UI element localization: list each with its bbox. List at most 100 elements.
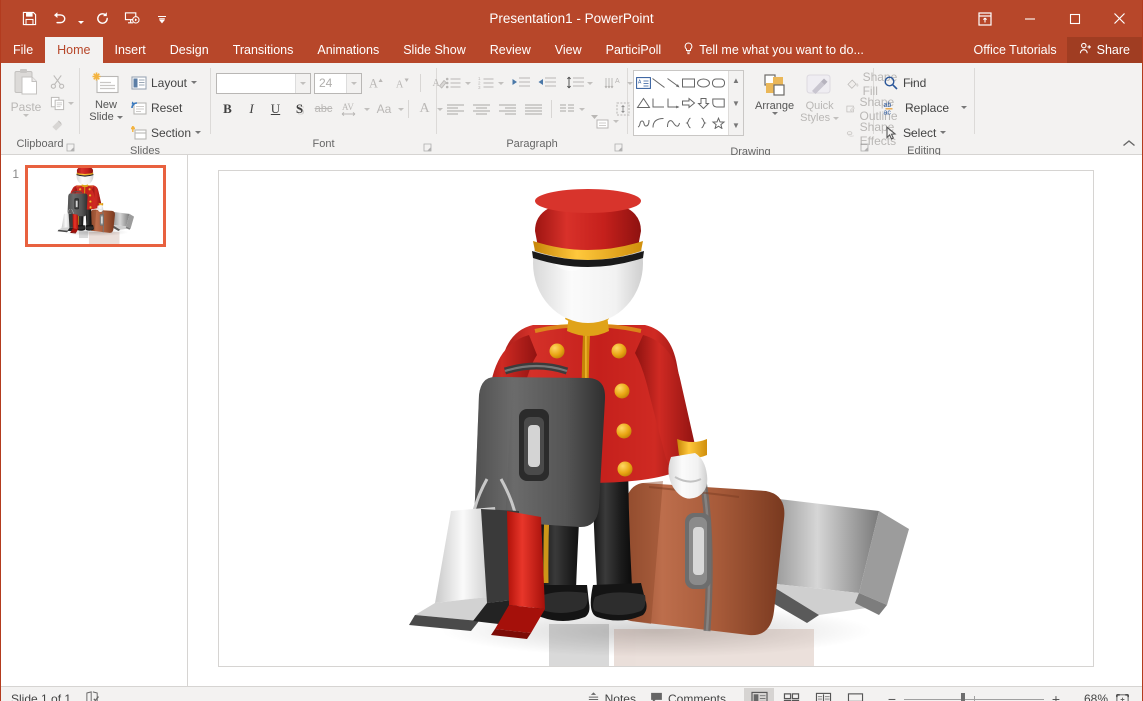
tab-slide-show[interactable]: Slide Show bbox=[391, 37, 478, 63]
tab-insert[interactable]: Insert bbox=[103, 37, 158, 63]
shape-star-icon[interactable] bbox=[711, 113, 726, 133]
align-left-icon[interactable] bbox=[442, 98, 468, 120]
undo-dropdown-icon[interactable] bbox=[75, 5, 86, 33]
bullets-icon[interactable] bbox=[442, 72, 465, 94]
character-spacing-dropdown-icon[interactable] bbox=[364, 108, 370, 111]
zoom-slider[interactable] bbox=[904, 688, 1044, 701]
drawing-dialog-launcher[interactable] bbox=[860, 143, 869, 152]
find-button[interactable]: Find bbox=[879, 71, 971, 94]
increase-indent-icon[interactable] bbox=[534, 72, 560, 94]
numbering-icon[interactable]: 123 bbox=[475, 72, 498, 94]
bullets-dropdown-icon[interactable] bbox=[465, 82, 471, 85]
shape-rounded-rectangle-icon[interactable] bbox=[711, 73, 726, 93]
select-button[interactable]: Select bbox=[879, 121, 971, 144]
character-spacing-button[interactable]: AV bbox=[336, 98, 363, 120]
text-direction-icon[interactable]: A bbox=[601, 72, 627, 94]
reset-button[interactable]: Reset bbox=[127, 96, 205, 119]
shape-textbox-icon[interactable]: A bbox=[636, 73, 651, 93]
increase-font-size-icon[interactable]: A bbox=[365, 72, 388, 94]
slide-editing-area[interactable] bbox=[188, 155, 1142, 686]
tab-animations[interactable]: Animations bbox=[305, 37, 391, 63]
quick-styles-button[interactable]: Quick Styles bbox=[797, 70, 842, 126]
copy-icon[interactable] bbox=[46, 93, 68, 114]
arrange-dropdown-icon[interactable] bbox=[772, 112, 778, 115]
columns-icon[interactable] bbox=[555, 98, 579, 120]
zoom-slider-thumb[interactable] bbox=[961, 693, 965, 701]
line-spacing-icon[interactable] bbox=[563, 72, 587, 94]
underline-button[interactable]: U bbox=[264, 98, 287, 120]
align-center-icon[interactable] bbox=[468, 98, 494, 120]
shape-elbow-arrow-icon[interactable] bbox=[666, 93, 681, 113]
layout-button[interactable]: Layout bbox=[127, 71, 205, 94]
change-case-dropdown-icon[interactable] bbox=[398, 108, 404, 111]
slide-thumbnail-1[interactable] bbox=[25, 165, 166, 247]
arrange-button[interactable]: Arrange bbox=[752, 70, 797, 117]
paste-button[interactable]: Paste bbox=[6, 68, 46, 117]
shape-flowchart-icon[interactable] bbox=[711, 93, 726, 113]
shape-right-brace-icon[interactable] bbox=[696, 113, 711, 133]
clipboard-dialog-launcher[interactable] bbox=[66, 143, 75, 152]
replace-dropdown-icon[interactable] bbox=[961, 106, 967, 109]
comments-button[interactable]: Comments bbox=[644, 689, 732, 701]
save-icon[interactable] bbox=[15, 5, 43, 33]
text-shadow-button[interactable]: S bbox=[288, 98, 311, 120]
tab-participoll[interactable]: ParticiPoll bbox=[594, 37, 674, 63]
gallery-more-icon[interactable]: ▼ bbox=[730, 118, 743, 133]
shapes-gallery[interactable]: A bbox=[633, 70, 744, 136]
tab-review[interactable]: Review bbox=[478, 37, 543, 63]
font-size-dropdown-icon[interactable] bbox=[346, 74, 361, 93]
shape-arrow-icon[interactable] bbox=[666, 73, 681, 93]
redo-icon[interactable] bbox=[88, 5, 116, 33]
numbering-dropdown-icon[interactable] bbox=[498, 82, 504, 85]
accessibility-check-icon[interactable] bbox=[85, 690, 100, 701]
strikethrough-button[interactable]: abc bbox=[312, 98, 335, 120]
cut-icon[interactable] bbox=[46, 71, 68, 92]
undo-icon[interactable] bbox=[45, 5, 73, 33]
zoom-out-button[interactable]: − bbox=[882, 689, 902, 701]
line-spacing-dropdown-icon[interactable] bbox=[587, 82, 593, 85]
section-button[interactable]: Section bbox=[127, 121, 205, 144]
minimize-icon[interactable] bbox=[1007, 0, 1052, 37]
font-color-button[interactable]: A bbox=[413, 98, 436, 120]
start-presentation-icon[interactable] bbox=[118, 5, 146, 33]
restore-icon[interactable] bbox=[1052, 0, 1097, 37]
close-icon[interactable] bbox=[1097, 0, 1142, 37]
quick-styles-dropdown-icon[interactable] bbox=[833, 117, 839, 120]
reading-view-button[interactable] bbox=[808, 688, 838, 701]
zoom-in-button[interactable]: + bbox=[1046, 689, 1066, 701]
collapse-ribbon-button[interactable] bbox=[1122, 139, 1136, 151]
font-name-input[interactable] bbox=[216, 73, 311, 94]
convert-to-smartart-icon[interactable] bbox=[587, 110, 613, 132]
columns-dropdown-icon[interactable] bbox=[579, 108, 585, 111]
shapes-gallery-scrollbar[interactable]: ▲ ▼ ▼ bbox=[728, 71, 743, 135]
fit-to-window-button[interactable] bbox=[1110, 689, 1134, 701]
align-right-icon[interactable] bbox=[494, 98, 520, 120]
tab-home[interactable]: Home bbox=[45, 37, 102, 63]
slide-canvas[interactable] bbox=[218, 170, 1094, 667]
ribbon-display-options-icon[interactable] bbox=[962, 0, 1007, 37]
shape-triangle-icon[interactable] bbox=[636, 93, 651, 113]
shape-rectangle-icon[interactable] bbox=[681, 73, 696, 93]
font-size-input[interactable]: 24 bbox=[314, 73, 362, 94]
tab-transitions[interactable]: Transitions bbox=[221, 37, 306, 63]
paragraph-dialog-launcher[interactable] bbox=[614, 143, 623, 152]
justify-icon[interactable] bbox=[520, 98, 546, 120]
shape-arc-icon[interactable] bbox=[651, 113, 666, 133]
section-dropdown-icon[interactable] bbox=[195, 131, 201, 134]
shape-down-arrow-icon[interactable] bbox=[696, 93, 711, 113]
font-name-dropdown-icon[interactable] bbox=[295, 74, 310, 93]
font-dialog-launcher[interactable] bbox=[423, 143, 432, 152]
change-case-button[interactable]: Aa bbox=[371, 98, 397, 120]
shape-line-icon[interactable] bbox=[651, 73, 666, 93]
slide-artwork[interactable] bbox=[219, 171, 1094, 667]
customize-qat-icon[interactable] bbox=[148, 5, 176, 33]
select-dropdown-icon[interactable] bbox=[940, 131, 946, 134]
paste-dropdown-icon[interactable] bbox=[23, 114, 29, 117]
italic-button[interactable]: I bbox=[240, 98, 263, 120]
slide-sorter-view-button[interactable] bbox=[776, 688, 806, 701]
bold-button[interactable]: B bbox=[216, 98, 239, 120]
zoom-level-label[interactable]: 68% bbox=[1068, 692, 1108, 701]
normal-view-button[interactable] bbox=[744, 688, 774, 701]
share-button[interactable]: Share bbox=[1067, 37, 1142, 63]
new-slide-dropdown-icon[interactable] bbox=[117, 116, 123, 119]
